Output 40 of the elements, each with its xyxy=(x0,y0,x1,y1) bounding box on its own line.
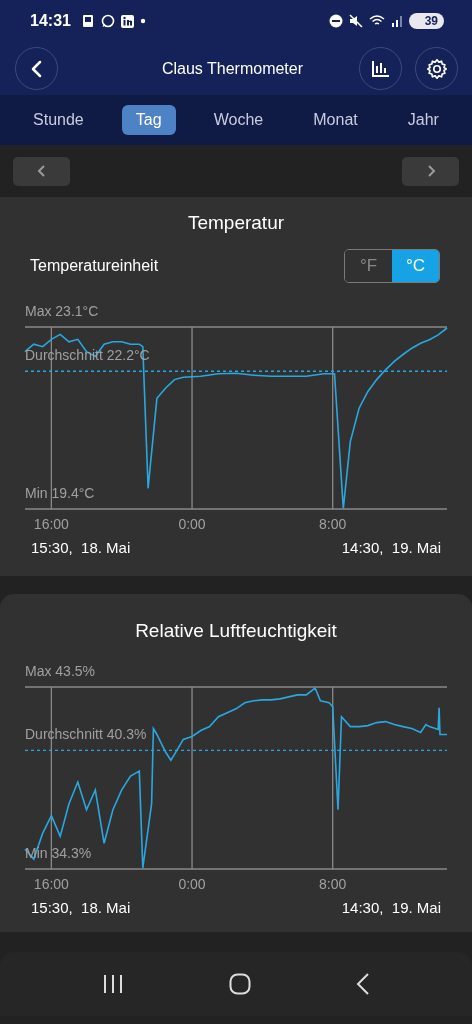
chat-icon xyxy=(100,14,115,28)
chevron-left-icon xyxy=(29,59,44,78)
axis-label: Max 43.5% xyxy=(25,663,96,679)
home-icon[interactable] xyxy=(229,973,251,995)
battery-level: 39 xyxy=(408,13,444,29)
period-tab[interactable]: Tag xyxy=(121,105,176,135)
settings-icon xyxy=(425,57,448,80)
period-tab[interactable]: Stunde xyxy=(21,105,96,135)
back-icon[interactable] xyxy=(355,973,370,995)
dot-icon xyxy=(139,18,146,24)
period-tab[interactable]: Jahr xyxy=(395,105,451,135)
card-title: Temperatur xyxy=(186,211,286,235)
start-date: 15:30, 18. Mai xyxy=(31,899,131,916)
status-time: 14:31 xyxy=(30,12,71,30)
period-tab[interactable]: Monat xyxy=(301,105,370,135)
axis-label: 0:00 xyxy=(178,516,206,529)
axis-label: Max 23.1°C xyxy=(25,303,99,319)
end-date: 14:30, 19. Mai xyxy=(341,899,441,916)
bar-chart-icon xyxy=(370,59,391,78)
start-date: 15:30, 18. Mai xyxy=(31,539,131,556)
chevron-right-icon xyxy=(425,164,436,178)
signal-icon xyxy=(390,15,403,27)
mute-icon xyxy=(348,14,363,28)
unit-label: Temperatureinheit xyxy=(30,257,159,275)
axis-label: Min 19.4°C xyxy=(25,485,95,501)
axis-label: 16:00 xyxy=(33,516,69,529)
axis-label: 0:00 xyxy=(178,876,206,889)
app-icon xyxy=(120,14,134,28)
card-title: Relative Luftfeuchtigkeit xyxy=(134,619,338,643)
axis-label: 8:00 xyxy=(319,876,347,889)
end-date: 14:30, 19. Mai xyxy=(341,539,441,556)
axis-label: 16:00 xyxy=(33,876,69,889)
axis-label: 8:00 xyxy=(319,516,347,529)
screen-title: Claus Thermometer xyxy=(160,59,305,78)
chevron-left-icon xyxy=(36,164,47,178)
recent-apps-icon[interactable] xyxy=(102,974,125,994)
period-tab[interactable]: Woche xyxy=(201,105,276,135)
wifi-icon xyxy=(368,14,385,28)
do-not-disturb-icon xyxy=(328,14,343,28)
notification-icon xyxy=(80,14,95,28)
